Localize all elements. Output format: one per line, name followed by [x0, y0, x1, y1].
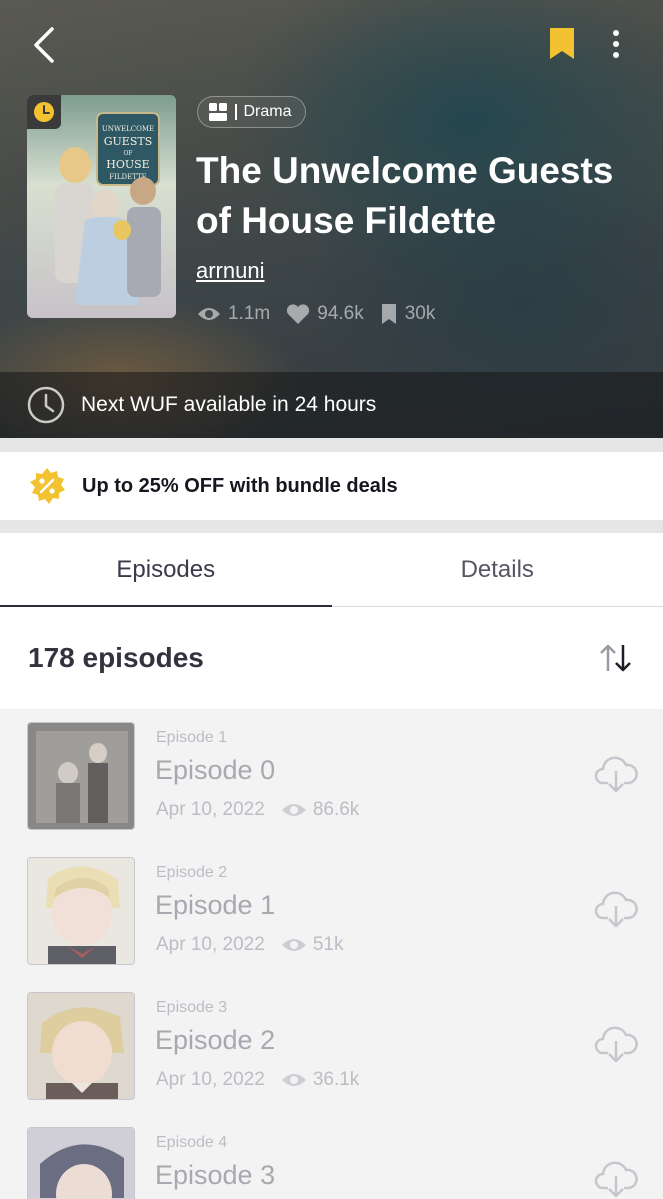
eye-icon [281, 939, 306, 951]
back-button[interactable] [28, 24, 64, 66]
series-title: The Unwelcome Guests of House Fildette [196, 150, 614, 241]
series-stats: 1.1m 94.6k 30k [197, 303, 451, 325]
episode-date: Apr 10, 2022 [156, 934, 265, 955]
eye-icon [281, 1074, 306, 1086]
episode-views: 36.1k [281, 1069, 359, 1091]
episode-row[interactable]: Episode 1 Episode 0 Apr 10, 2022 86.6k [0, 709, 663, 844]
section-divider [0, 438, 663, 452]
episode-number: Episode 2 [156, 864, 228, 881]
tab-bar: Episodes Details [0, 533, 663, 608]
episode-views-count: 36.1k [312, 1069, 360, 1090]
episode-meta: Apr 10, 2022 36.1k [156, 1069, 359, 1091]
episode-thumbnail [27, 1127, 135, 1199]
svg-text:OF: OF [123, 150, 132, 157]
genre-label: Drama [243, 103, 292, 120]
wait-until-free-badge [27, 95, 61, 129]
genre-chip[interactable]: Drama [197, 96, 306, 128]
cloud-download-icon [594, 756, 638, 793]
bundle-deals-banner[interactable]: Up to 25% OFF with bundle deals [0, 452, 663, 520]
svg-text:HOUSE: HOUSE [106, 158, 149, 171]
episode-title: Episode 0 [155, 755, 276, 785]
wuf-text: Next WUF available in 24 hours [81, 393, 377, 416]
episode-art [28, 1128, 134, 1199]
episodes-header: 178 episodes [0, 607, 663, 709]
series-hero: UNWELCOME GUESTS OF HOUSE FILDETTE Drama… [0, 0, 663, 438]
episode-number: Episode 1 [156, 729, 228, 746]
episode-number: Episode 3 [156, 999, 228, 1016]
divider [235, 104, 237, 120]
download-button[interactable] [594, 1158, 638, 1199]
chevron-left-icon [34, 27, 54, 63]
eye-icon [198, 308, 220, 320]
author-link[interactable]: arrnuni [196, 258, 264, 284]
cloud-download-icon [594, 1026, 638, 1063]
likes-stat: 94.6k [286, 303, 364, 325]
sort-button[interactable] [597, 639, 635, 677]
episode-number: Episode 4 [156, 1134, 228, 1151]
sort-arrows-icon [600, 644, 631, 672]
episode-title: Episode 1 [155, 890, 276, 920]
discount-badge-icon [30, 468, 65, 504]
episode-date: Apr 10, 2022 [156, 1069, 265, 1090]
grid-icon [209, 103, 227, 121]
episode-views: 51k [281, 934, 344, 956]
episode-art [28, 858, 134, 964]
episode-row[interactable]: Episode 3 Episode 2 Apr 10, 2022 36.1k [0, 979, 663, 1114]
episode-meta: Apr 10, 2022 86.6k [156, 799, 359, 821]
episode-views-count: 51k [312, 934, 344, 955]
episode-title: Episode 2 [155, 1025, 276, 1055]
section-divider [0, 520, 663, 533]
episode-title: Episode 3 [155, 1160, 276, 1190]
clock-icon [34, 102, 54, 122]
episode-count: 178 episodes [28, 642, 204, 673]
likes-count: 94.6k [317, 303, 364, 324]
svg-text:GUESTS: GUESTS [104, 135, 153, 148]
episode-row[interactable]: Episode 2 Episode 1 Apr 10, 2022 51k [0, 844, 663, 979]
download-button[interactable] [594, 1023, 638, 1065]
eye-icon [281, 804, 306, 816]
more-vertical-icon [613, 30, 619, 58]
promo-text: Up to 25% OFF with bundle deals [82, 474, 398, 497]
series-cover: UNWELCOME GUESTS OF HOUSE FILDETTE [27, 95, 176, 318]
episode-thumbnail [27, 857, 135, 965]
episode-thumbnail [27, 992, 135, 1100]
download-button[interactable] [594, 753, 638, 795]
download-button[interactable] [594, 888, 638, 930]
episode-row[interactable]: Episode 4 Episode 3 [0, 1114, 663, 1199]
subscribers-stat: 30k [380, 303, 436, 325]
tab-episodes[interactable]: Episodes [0, 533, 332, 608]
bookmark-icon [550, 28, 574, 59]
episode-views: 86.6k [281, 799, 359, 821]
wait-until-free-bar: Next WUF available in 24 hours [0, 372, 663, 438]
svg-text:UNWELCOME: UNWELCOME [102, 125, 154, 133]
subscribers-count: 30k [404, 303, 436, 324]
subscribe-button[interactable] [548, 26, 576, 62]
views-stat: 1.1m [197, 303, 270, 325]
episode-date: Apr 10, 2022 [156, 799, 265, 820]
episode-art [28, 723, 134, 829]
episode-list: Episode 1 Episode 0 Apr 10, 2022 86.6k E… [0, 709, 663, 1199]
bookmark-icon [381, 304, 396, 324]
clock-icon [27, 386, 65, 424]
episode-views-count: 86.6k [312, 799, 360, 820]
episode-art [28, 993, 134, 1099]
more-options-button[interactable] [604, 26, 628, 62]
heart-icon [287, 303, 310, 324]
episode-meta: Apr 10, 2022 51k [156, 934, 343, 956]
views-count: 1.1m [228, 303, 271, 324]
tab-details[interactable]: Details [332, 533, 663, 606]
cloud-download-icon [594, 891, 638, 928]
cloud-download-icon [594, 1161, 638, 1198]
episode-thumbnail [27, 722, 135, 830]
